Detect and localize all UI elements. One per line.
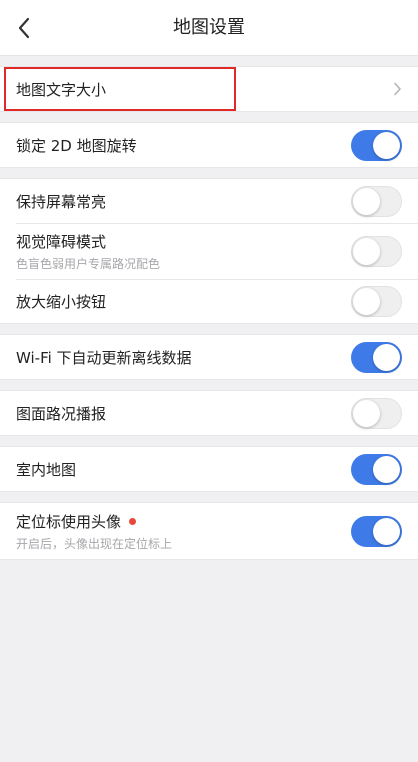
- setting-label-text: 视觉障碍模式: [16, 232, 107, 251]
- settings-group: 定位标使用头像开启后，头像出现在定位标上: [0, 502, 418, 560]
- settings-group: Wi-Fi 下自动更新离线数据: [0, 334, 418, 380]
- toggle-knob: [353, 187, 380, 215]
- setting-texts: 图面路况播报: [16, 403, 351, 424]
- toggle-switch-traffic-broadcast[interactable]: [351, 397, 402, 429]
- setting-label: 室内地图: [16, 459, 351, 480]
- setting-row-zoom-buttons: 放大缩小按钮: [0, 279, 418, 323]
- setting-texts: 放大缩小按钮: [16, 291, 351, 312]
- setting-row-traffic-broadcast: 图面路况播报: [0, 391, 418, 435]
- setting-row-font-size[interactable]: 地图文字大小: [0, 67, 418, 111]
- setting-label-text: Wi-Fi 下自动更新离线数据: [16, 348, 192, 367]
- navigation-bar: 地图设置: [0, 0, 418, 56]
- setting-description: 色盲色弱用户专属路况配色: [16, 256, 161, 271]
- setting-label: 锁定 2D 地图旋转: [16, 135, 351, 156]
- setting-description: 开启后，头像出现在定位标上: [16, 536, 173, 551]
- setting-label: 地图文字大小: [16, 79, 393, 100]
- setting-texts: 定位标使用头像开启后，头像出现在定位标上: [16, 511, 351, 552]
- toggle-knob: [353, 399, 380, 427]
- setting-texts: 锁定 2D 地图旋转: [16, 135, 351, 156]
- toggle-switch-avatar-marker[interactable]: [351, 515, 402, 547]
- page-title: 地图设置: [173, 17, 245, 38]
- chevron-right-icon: [393, 82, 402, 96]
- setting-texts: 室内地图: [16, 459, 351, 480]
- setting-label-text: 室内地图: [16, 460, 77, 479]
- setting-texts: 保持屏幕常亮: [16, 191, 351, 212]
- setting-label-text: 锁定 2D 地图旋转: [16, 136, 137, 155]
- setting-label-text: 地图文字大小: [16, 80, 107, 99]
- setting-row-avatar-marker: 定位标使用头像开启后，头像出现在定位标上: [0, 503, 418, 559]
- toggle-knob: [373, 517, 400, 545]
- setting-texts: 地图文字大小: [16, 79, 393, 100]
- setting-label: 图面路况播报: [16, 403, 351, 424]
- new-badge-dot: [129, 517, 137, 525]
- setting-label-text: 放大缩小按钮: [16, 292, 107, 311]
- setting-row-keep-screen-on: 保持屏幕常亮: [0, 179, 418, 223]
- toggle-switch-keep-screen-on[interactable]: [351, 185, 402, 217]
- setting-label-text: 保持屏幕常亮: [16, 192, 107, 211]
- toggle-switch-visual-impairment[interactable]: [351, 235, 402, 267]
- settings-group: 室内地图: [0, 446, 418, 492]
- toggle-knob: [353, 237, 380, 265]
- settings-group: 图面路况播报: [0, 390, 418, 436]
- toggle-switch-wifi-offline[interactable]: [351, 341, 402, 373]
- setting-label: 保持屏幕常亮: [16, 191, 351, 212]
- setting-row-indoor-map: 室内地图: [0, 447, 418, 491]
- setting-label: 放大缩小按钮: [16, 291, 351, 312]
- toggle-knob: [373, 455, 400, 483]
- settings-list: 地图文字大小锁定 2D 地图旋转 保持屏幕常亮 视觉障碍模式色盲色弱用户专属路况配色…: [0, 56, 418, 560]
- toggle-knob: [353, 287, 380, 315]
- setting-label-text: 图面路况播报: [16, 404, 107, 423]
- settings-group: 锁定 2D 地图旋转: [0, 122, 418, 168]
- toggle-switch-zoom-buttons[interactable]: [351, 285, 402, 317]
- toggle-switch-lock-2d[interactable]: [351, 129, 402, 161]
- settings-group: 保持屏幕常亮 视觉障碍模式色盲色弱用户专属路况配色放大缩小按钮: [0, 178, 418, 324]
- setting-row-lock-2d: 锁定 2D 地图旋转: [0, 123, 418, 167]
- setting-row-visual-impairment: 视觉障碍模式色盲色弱用户专属路况配色: [0, 223, 418, 279]
- setting-texts: 视觉障碍模式色盲色弱用户专属路况配色: [16, 231, 351, 272]
- setting-row-wifi-offline: Wi-Fi 下自动更新离线数据: [0, 335, 418, 379]
- toggle-knob: [373, 131, 400, 159]
- setting-label: 视觉障碍模式: [16, 231, 351, 252]
- setting-texts: Wi-Fi 下自动更新离线数据: [16, 347, 351, 368]
- settings-group: 地图文字大小: [0, 66, 418, 112]
- setting-label: 定位标使用头像: [16, 511, 351, 532]
- toggle-switch-indoor-map[interactable]: [351, 453, 402, 485]
- setting-label-text: 定位标使用头像: [16, 512, 122, 531]
- toggle-knob: [373, 343, 400, 371]
- setting-label: Wi-Fi 下自动更新离线数据: [16, 347, 351, 368]
